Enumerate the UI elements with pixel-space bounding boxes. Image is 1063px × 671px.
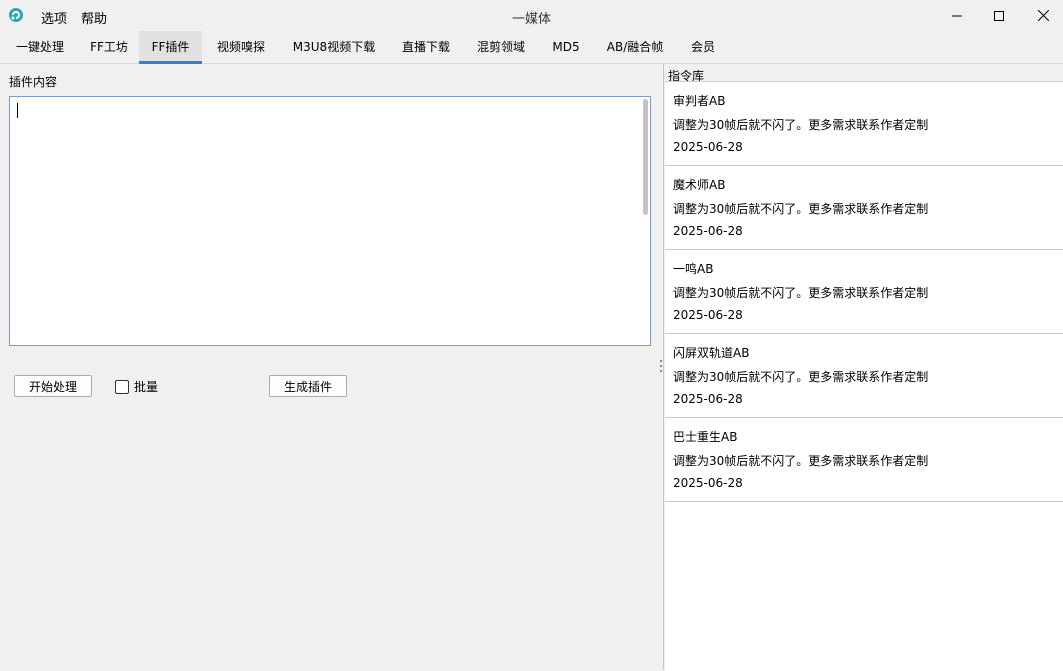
plugin-content-label: 插件内容: [9, 75, 58, 89]
title-bar: 选项 帮助 一媒体: [0, 0, 1063, 31]
item-date: 2025-06-28: [673, 140, 743, 154]
tab-ff-plugin[interactable]: FF插件: [139, 31, 202, 64]
tab-remix[interactable]: 混剪领域: [467, 31, 535, 63]
item-title: 巴士重生AB: [673, 430, 738, 444]
tab-ff-workshop[interactable]: FF工坊: [80, 31, 138, 63]
text-caret: [17, 103, 18, 118]
list-item[interactable]: 一鸣AB 调整为30帧后就不闪了。更多需求联系作者定制 2025-06-28: [665, 250, 1063, 334]
item-description: 调整为30帧后就不闪了。更多需求联系作者定制: [673, 118, 929, 132]
minimize-button[interactable]: [934, 0, 980, 31]
item-date: 2025-06-28: [673, 308, 743, 322]
item-title: 闪屏双轨道AB: [673, 346, 750, 360]
item-date: 2025-06-28: [673, 476, 743, 490]
item-description: 调整为30帧后就不闪了。更多需求联系作者定制: [673, 370, 929, 384]
tab-bar: 一键处理 FF工坊 FF插件 视频嗅探 M3U8视频下载 直播下载 混剪领域 M…: [0, 31, 1063, 64]
item-title: 审判者AB: [673, 94, 726, 108]
command-library-panel: 指令库 审判者AB 调整为30帧后就不闪了。更多需求联系作者定制 2025-06…: [664, 64, 1063, 671]
tab-ab-fusion[interactable]: AB/融合帧: [597, 31, 673, 63]
list-item[interactable]: 闪屏双轨道AB 调整为30帧后就不闪了。更多需求联系作者定制 2025-06-2…: [665, 334, 1063, 418]
tab-one-click[interactable]: 一键处理: [6, 31, 74, 63]
list-item[interactable]: 审判者AB 调整为30帧后就不闪了。更多需求联系作者定制 2025-06-28: [665, 82, 1063, 166]
item-date: 2025-06-28: [673, 392, 743, 406]
plugin-content-editor[interactable]: [9, 96, 651, 346]
maximize-icon: [994, 10, 1004, 21]
app-logo-icon: [8, 7, 24, 23]
tab-md5[interactable]: MD5: [542, 31, 590, 63]
close-icon: [1037, 10, 1049, 21]
window-title: 一媒体: [511, 12, 551, 27]
list-item[interactable]: 巴士重生AB 调整为30帧后就不闪了。更多需求联系作者定制 2025-06-28: [665, 418, 1063, 502]
item-title: 一鸣AB: [673, 262, 714, 276]
generate-plugin-button[interactable]: 生成插件: [269, 375, 347, 397]
item-date: 2025-06-28: [673, 224, 743, 238]
batch-checkbox-group[interactable]: 批量: [115, 378, 158, 395]
close-button[interactable]: [1020, 0, 1063, 31]
item-description: 调整为30帧后就不闪了。更多需求联系作者定制: [673, 454, 929, 468]
tab-m3u8-download[interactable]: M3U8视频下载: [282, 31, 386, 63]
plugin-panel: 插件内容 开始处理 批量 生成插件: [0, 64, 663, 670]
menu-options[interactable]: 选项: [41, 8, 67, 27]
item-description: 调整为30帧后就不闪了。更多需求联系作者定制: [673, 202, 929, 216]
editor-scrollbar[interactable]: [642, 99, 649, 343]
item-description: 调整为30帧后就不闪了。更多需求联系作者定制: [673, 286, 929, 300]
editor-scrollbar-thumb[interactable]: [643, 99, 648, 215]
tab-video-sniff[interactable]: 视频嗅探: [207, 31, 275, 63]
command-library-list: 审判者AB 调整为30帧后就不闪了。更多需求联系作者定制 2025-06-28 …: [665, 81, 1063, 671]
splitter-grip-icon[interactable]: [659, 360, 663, 376]
batch-label: 批量: [134, 380, 159, 394]
start-process-button[interactable]: 开始处理: [14, 375, 92, 397]
maximize-button[interactable]: [976, 0, 1022, 31]
menu-help[interactable]: 帮助: [81, 8, 107, 27]
tab-live-download[interactable]: 直播下载: [392, 31, 460, 63]
tab-member[interactable]: 会员: [680, 31, 726, 63]
minimize-icon: [952, 15, 962, 16]
item-title: 魔术师AB: [673, 178, 726, 192]
batch-checkbox[interactable]: [115, 379, 129, 394]
list-item[interactable]: 魔术师AB 调整为30帧后就不闪了。更多需求联系作者定制 2025-06-28: [665, 166, 1063, 250]
